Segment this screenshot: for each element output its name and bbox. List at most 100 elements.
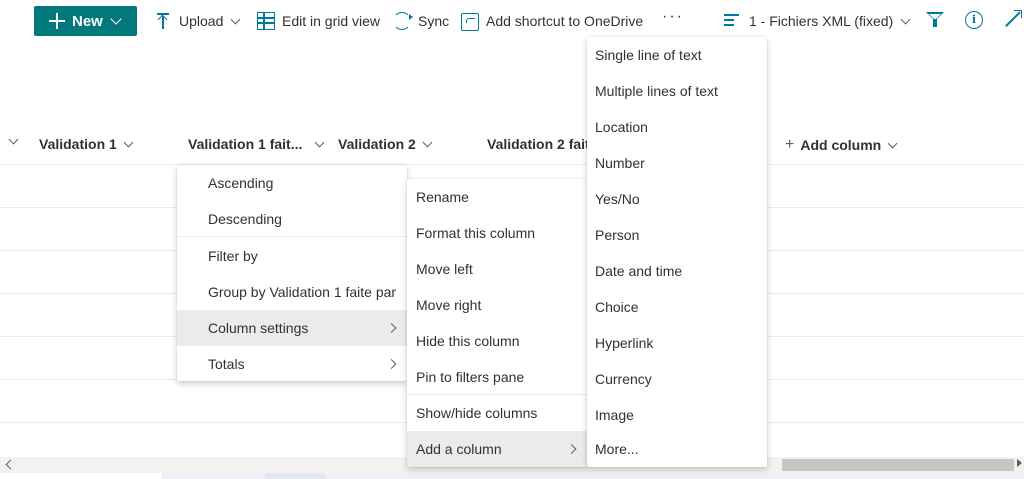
menu-item-more[interactable]: More... (587, 431, 767, 467)
menu-item-label: Single line of text (595, 47, 702, 63)
filter-icon[interactable] (926, 12, 944, 28)
sync-icon (393, 12, 413, 30)
view-label: 1 - Fichiers XML (fixed) (749, 13, 894, 29)
scroll-right-icon[interactable] (1017, 459, 1022, 467)
new-button[interactable]: New (34, 6, 137, 36)
menu-item-multiple-lines-text[interactable]: Multiple lines of text (587, 73, 767, 109)
menu-item-ascending[interactable]: Ascending (177, 165, 407, 201)
chevron-down-icon (230, 14, 241, 24)
add-shortcut-button[interactable]: Add shortcut to OneDrive (461, 6, 643, 36)
column-header-validation-1[interactable]: Validation 1 (39, 136, 134, 152)
menu-item-label: Move left (416, 261, 473, 277)
upload-icon (154, 12, 172, 30)
upload-button[interactable]: Upload (154, 6, 241, 36)
menu-item-image[interactable]: Image (587, 397, 767, 433)
menu-item-show-hide-columns[interactable]: Show/hide columns (407, 395, 587, 431)
menu-item-yes-no[interactable]: Yes/No (587, 181, 767, 217)
chevron-down-icon (314, 137, 325, 147)
column-header-label: Validation 2 fait (487, 136, 590, 152)
new-button-label: New (72, 12, 103, 30)
column-settings-submenu: Rename Format this column Move left Move… (407, 179, 587, 467)
menu-item-location[interactable]: Location (587, 109, 767, 145)
menu-item-column-settings[interactable]: Column settings (177, 310, 407, 346)
column-header-validation-2[interactable]: Validation 2 (338, 136, 433, 152)
sync-button[interactable]: Sync (393, 6, 449, 36)
menu-item-add-a-column[interactable]: Add a column (407, 431, 587, 467)
info-icon[interactable]: i (965, 11, 983, 29)
menu-item-label: Number (595, 155, 645, 171)
menu-item-label: Currency (595, 371, 652, 387)
menu-item-descending[interactable]: Descending (177, 201, 407, 237)
scroll-left-icon[interactable] (5, 459, 16, 470)
menu-item-label: Multiple lines of text (595, 83, 718, 99)
chevron-right-icon (386, 359, 397, 369)
column-headers: Validation 1 Validation 1 fait... Valida… (0, 124, 1024, 165)
menu-item-currency[interactable]: Currency (587, 361, 767, 397)
bottom-strip (0, 473, 1024, 479)
menu-item-label: Pin to filters pane (416, 369, 525, 385)
menu-item-choice[interactable]: Choice (587, 289, 767, 325)
column-header-validation-1-faite[interactable]: Validation 1 fait... (188, 136, 325, 152)
grid-icon (257, 12, 275, 30)
scrollbar-thumb[interactable] (782, 459, 1014, 471)
add-column-label: Add column (800, 137, 882, 153)
menu-item-single-line-text[interactable]: Single line of text (587, 37, 767, 73)
menu-item-rename[interactable]: Rename (407, 179, 587, 215)
menu-item-filter-by[interactable]: Filter by (177, 238, 407, 274)
view-switcher[interactable]: 1 - Fichiers XML (fixed) (724, 6, 911, 36)
add-shortcut-label: Add shortcut to OneDrive (486, 13, 644, 29)
column-header-label: Validation 2 (338, 136, 416, 152)
column-header-label: Validation 1 (39, 136, 117, 152)
menu-item-label: Descending (208, 211, 282, 227)
menu-item-hyperlink[interactable]: Hyperlink (587, 325, 767, 361)
shortcut-icon (461, 13, 479, 31)
menu-divider (177, 236, 407, 237)
expand-icon[interactable] (1004, 10, 1022, 28)
menu-item-date-time[interactable]: Date and time (587, 253, 767, 289)
menu-item-label: Format this column (416, 225, 536, 241)
menu-item-label: More... (595, 441, 639, 457)
column-context-menu: Ascending Descending Filter by Group by … (177, 165, 407, 381)
menu-item-label: Filter by (208, 248, 258, 264)
menu-item-label: Ascending (208, 175, 274, 191)
menu-item-person[interactable]: Person (587, 217, 767, 253)
menu-item-move-left[interactable]: Move left (407, 251, 587, 287)
menu-item-label: Show/hide columns (416, 405, 538, 421)
plus-icon (48, 12, 66, 30)
menu-item-format-column[interactable]: Format this column (407, 215, 587, 251)
menu-item-label: Date and time (595, 263, 683, 279)
column-header-label: Validation 1 fait... (188, 136, 303, 152)
menu-item-label: Move right (416, 297, 482, 313)
menu-item-pin-filters[interactable]: Pin to filters pane (407, 359, 587, 395)
menu-item-label: Group by Validation 1 faite par (208, 284, 397, 300)
menu-item-label: Yes/No (595, 191, 640, 207)
upload-label: Upload (179, 13, 224, 29)
add-column-button[interactable]: + Add column (785, 136, 898, 154)
more-options-button[interactable]: ··· (662, 8, 684, 26)
menu-item-label: Person (595, 227, 640, 243)
chevron-right-icon (566, 444, 577, 454)
chevron-down-icon (123, 137, 134, 147)
edit-grid-label: Edit in grid view (282, 13, 381, 29)
menu-item-hide-column[interactable]: Hide this column (407, 323, 587, 359)
sync-label: Sync (418, 13, 450, 29)
menu-item-label: Choice (595, 299, 639, 315)
view-options-icon (724, 12, 742, 30)
menu-item-label: Location (595, 119, 648, 135)
menu-item-move-right[interactable]: Move right (407, 287, 587, 323)
column-header-validation-2-faite[interactable]: Validation 2 fait (487, 136, 590, 152)
menu-item-label: Add a column (416, 441, 502, 457)
chevron-down-icon (110, 12, 122, 25)
menu-item-label: Column settings (208, 320, 309, 336)
menu-item-label: Rename (416, 189, 469, 205)
menu-item-label: Image (595, 407, 634, 423)
menu-item-label: Hide this column (416, 333, 520, 349)
menu-item-label: Totals (208, 356, 245, 372)
chevron-down-icon (900, 14, 911, 24)
chevron-right-icon (386, 323, 397, 333)
menu-item-number[interactable]: Number (587, 145, 767, 181)
edit-grid-button[interactable]: Edit in grid view (257, 6, 380, 36)
menu-item-totals[interactable]: Totals (177, 346, 407, 382)
menu-item-group-by[interactable]: Group by Validation 1 faite par (177, 274, 407, 310)
chevron-down-icon (887, 138, 898, 148)
